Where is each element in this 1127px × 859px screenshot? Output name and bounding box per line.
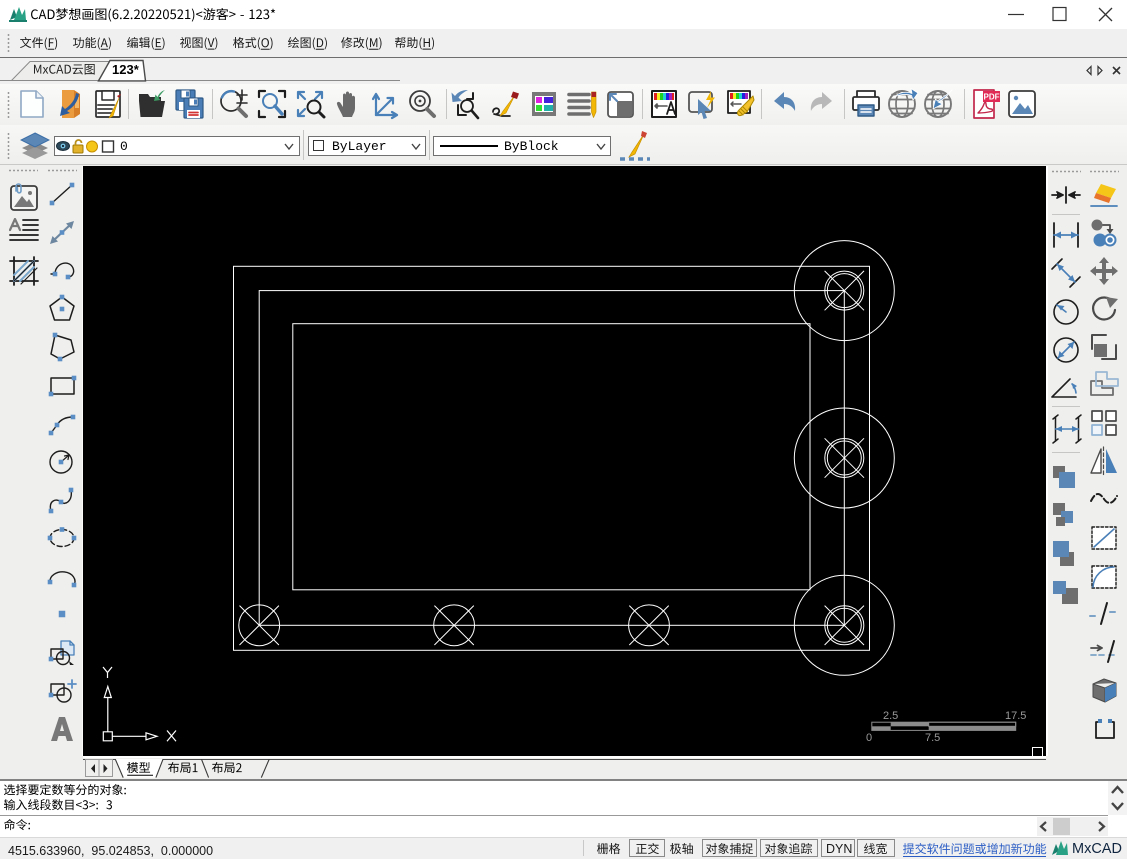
- svg-text:7.5: 7.5: [925, 732, 940, 744]
- svg-text:17.5: 17.5: [1005, 710, 1026, 722]
- svg-text:PDF: PDF: [983, 93, 999, 102]
- svg-text:2.5: 2.5: [883, 710, 898, 722]
- svg-text:0: 0: [866, 732, 872, 744]
